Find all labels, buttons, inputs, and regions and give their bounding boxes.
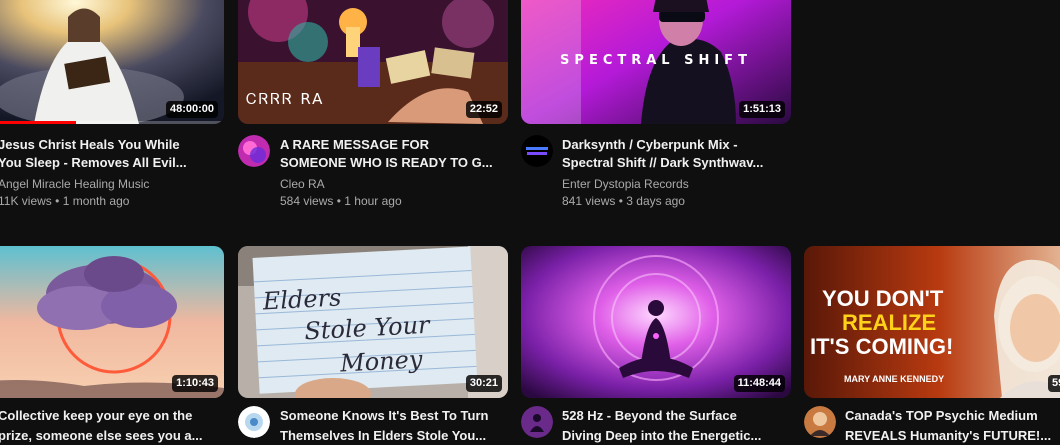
video-thumbnail[interactable]: YOU DON'T REALIZE IT'S COMING! MARY ANNE… (804, 246, 1060, 398)
video-duration: 1:51:13 (739, 101, 785, 118)
video-thumbnail[interactable]: 1:10:43 (0, 246, 224, 398)
video-stats: 584 views • 1 hour ago (280, 193, 402, 210)
channel-name[interactable]: Cleo RA (280, 176, 325, 193)
video-title[interactable]: Canada's TOP Psychic Medium (845, 407, 1060, 425)
video-duration: 30:21 (465, 375, 502, 392)
video-duration: 59:4 (1047, 375, 1060, 392)
video-title[interactable]: prize, someone else sees you a... (0, 427, 226, 445)
video-title[interactable]: REVEALS Humanity's FUTURE!... (845, 427, 1060, 445)
video-stats: 841 views • 3 days ago (562, 193, 685, 210)
video-title[interactable]: Spectral Shift // Dark Synthwav... (562, 154, 790, 172)
video-duration: 48:00:00 (165, 101, 218, 118)
channel-avatar[interactable] (238, 406, 270, 438)
video-title[interactable]: Darksynth / Cyberpunk Mix - (562, 136, 790, 154)
channel-avatar[interactable] (521, 406, 553, 438)
video-title[interactable]: Diving Deep into the Energetic... (562, 427, 790, 445)
video-title[interactable]: Collective keep your eye on the (0, 407, 226, 425)
upload-age: 3 days ago (626, 194, 685, 208)
separator-dot: • (336, 194, 341, 208)
thumbnail-text: SPECTRAL SHIFT (560, 53, 752, 68)
thumbnail-text: Elders (261, 283, 342, 315)
channel-avatar[interactable] (238, 135, 270, 167)
thumbnail-text: IT'S COMING! (810, 334, 953, 359)
video-duration: 22:52 (465, 101, 502, 118)
video-stats: 11K views • 1 month ago (0, 193, 129, 210)
video-title[interactable]: Themselves In Elders Stole You... (280, 427, 508, 445)
channel-avatar[interactable] (521, 135, 553, 167)
thumbnail-text: REALIZE (842, 310, 936, 335)
video-title[interactable]: Jesus Christ Heals You While (0, 136, 226, 154)
video-duration: 11:48:44 (733, 375, 785, 392)
video-title[interactable]: Someone Knows It's Best To Turn (280, 407, 508, 425)
thumbnail-caption: MARY ANNE KENNEDY (844, 374, 944, 384)
video-duration: 1:10:43 (172, 375, 218, 392)
watch-progress-fill (0, 121, 76, 124)
upload-age: 1 month ago (62, 194, 130, 208)
view-count: 584 views (280, 194, 334, 208)
video-title[interactable]: 528 Hz - Beyond the Surface (562, 407, 790, 425)
video-thumbnail[interactable]: Elders Stole Your Money 30:21 (238, 246, 508, 398)
channel-name[interactable]: Enter Dystopia Records (562, 176, 689, 193)
upload-age: 1 hour ago (344, 194, 402, 208)
video-thumbnail[interactable]: 48:00:00 (0, 0, 224, 124)
video-title[interactable]: You Sleep - Removes All Evil... (0, 154, 226, 172)
thumbnail-text: ᏟᏒᏒᏒ RA (246, 90, 324, 108)
video-thumbnail[interactable]: SPECTRAL SHIFT 1:51:13 (521, 0, 791, 124)
separator-dot: • (618, 194, 623, 208)
channel-name[interactable]: Angel Miracle Healing Music (0, 176, 149, 193)
video-thumbnail[interactable]: 11:48:44 (521, 246, 791, 398)
video-title[interactable]: SOMEONE WHO IS READY TO G... (280, 154, 508, 172)
view-count: 841 views (562, 194, 616, 208)
thumbnail-text: YOU DON'T (822, 286, 944, 311)
thumbnail-text: Money (338, 345, 423, 377)
watch-progress-bar (0, 121, 224, 124)
view-count: 11K views (0, 194, 52, 208)
video-thumbnail[interactable]: ᏟᏒᏒᏒ RA 22:52 (238, 0, 508, 124)
channel-avatar[interactable] (804, 406, 836, 438)
separator-dot: • (55, 194, 60, 208)
video-title[interactable]: A RARE MESSAGE FOR (280, 136, 508, 154)
